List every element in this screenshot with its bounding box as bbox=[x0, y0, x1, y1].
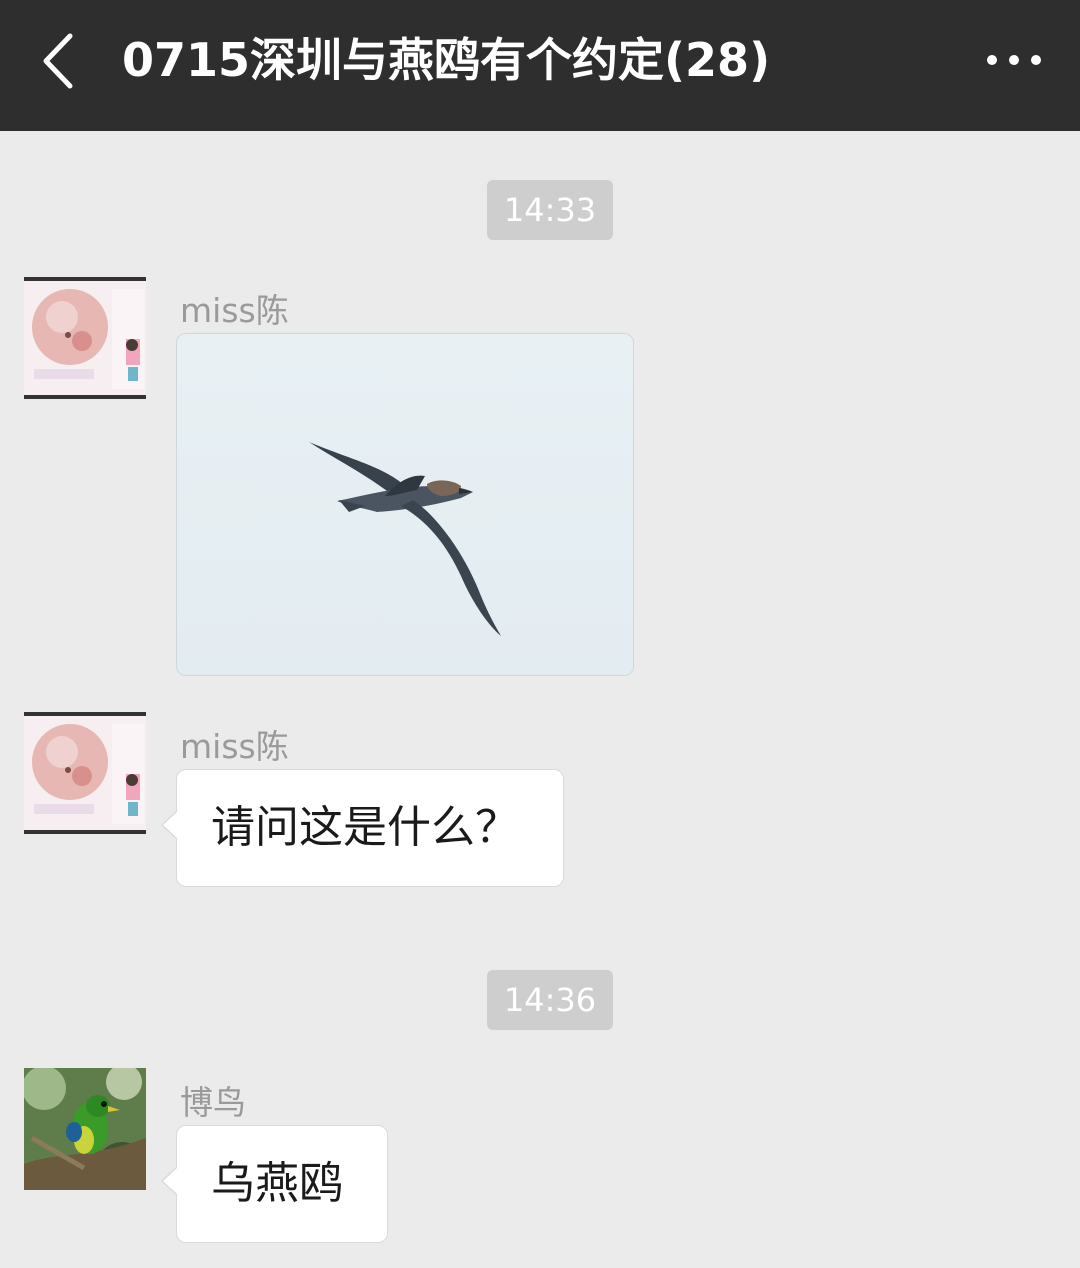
timestamp: 14:36 bbox=[487, 970, 613, 1030]
ellipsis-icon bbox=[987, 55, 1041, 65]
flying-bird-photo bbox=[177, 334, 633, 675]
bubble-tail bbox=[163, 812, 177, 838]
avatar[interactable] bbox=[24, 712, 146, 834]
sender-name: 博鸟 bbox=[180, 1083, 246, 1122]
more-button[interactable] bbox=[976, 32, 1056, 88]
bubble-tail bbox=[163, 1168, 177, 1194]
back-button[interactable] bbox=[28, 22, 98, 100]
message-bubble[interactable]: 乌燕鸥 bbox=[161, 1125, 388, 1243]
chevron-left-icon bbox=[43, 33, 73, 89]
chat-title: 0715深圳与燕鸥有个约定(28) bbox=[122, 33, 771, 87]
user-avatar-image bbox=[24, 712, 146, 834]
sender-name: miss陈 bbox=[180, 727, 289, 766]
timestamp-text: 14:36 bbox=[503, 981, 597, 1019]
message-bubble[interactable]: 请问这是什么？ bbox=[161, 769, 564, 887]
image-message[interactable] bbox=[176, 333, 634, 676]
avatar[interactable] bbox=[24, 277, 146, 399]
chat-header: 0715深圳与燕鸥有个约定(28) bbox=[0, 0, 1080, 131]
timestamp: 14:33 bbox=[487, 180, 613, 240]
sender-name: miss陈 bbox=[180, 291, 289, 330]
user-avatar-image bbox=[24, 277, 146, 399]
avatar[interactable] bbox=[24, 1068, 146, 1190]
bird-avatar-image bbox=[24, 1068, 146, 1190]
timestamp-text: 14:33 bbox=[503, 191, 597, 229]
message-text: 请问这是什么？ bbox=[211, 802, 519, 853]
message-text: 乌燕鸥 bbox=[211, 1158, 343, 1209]
